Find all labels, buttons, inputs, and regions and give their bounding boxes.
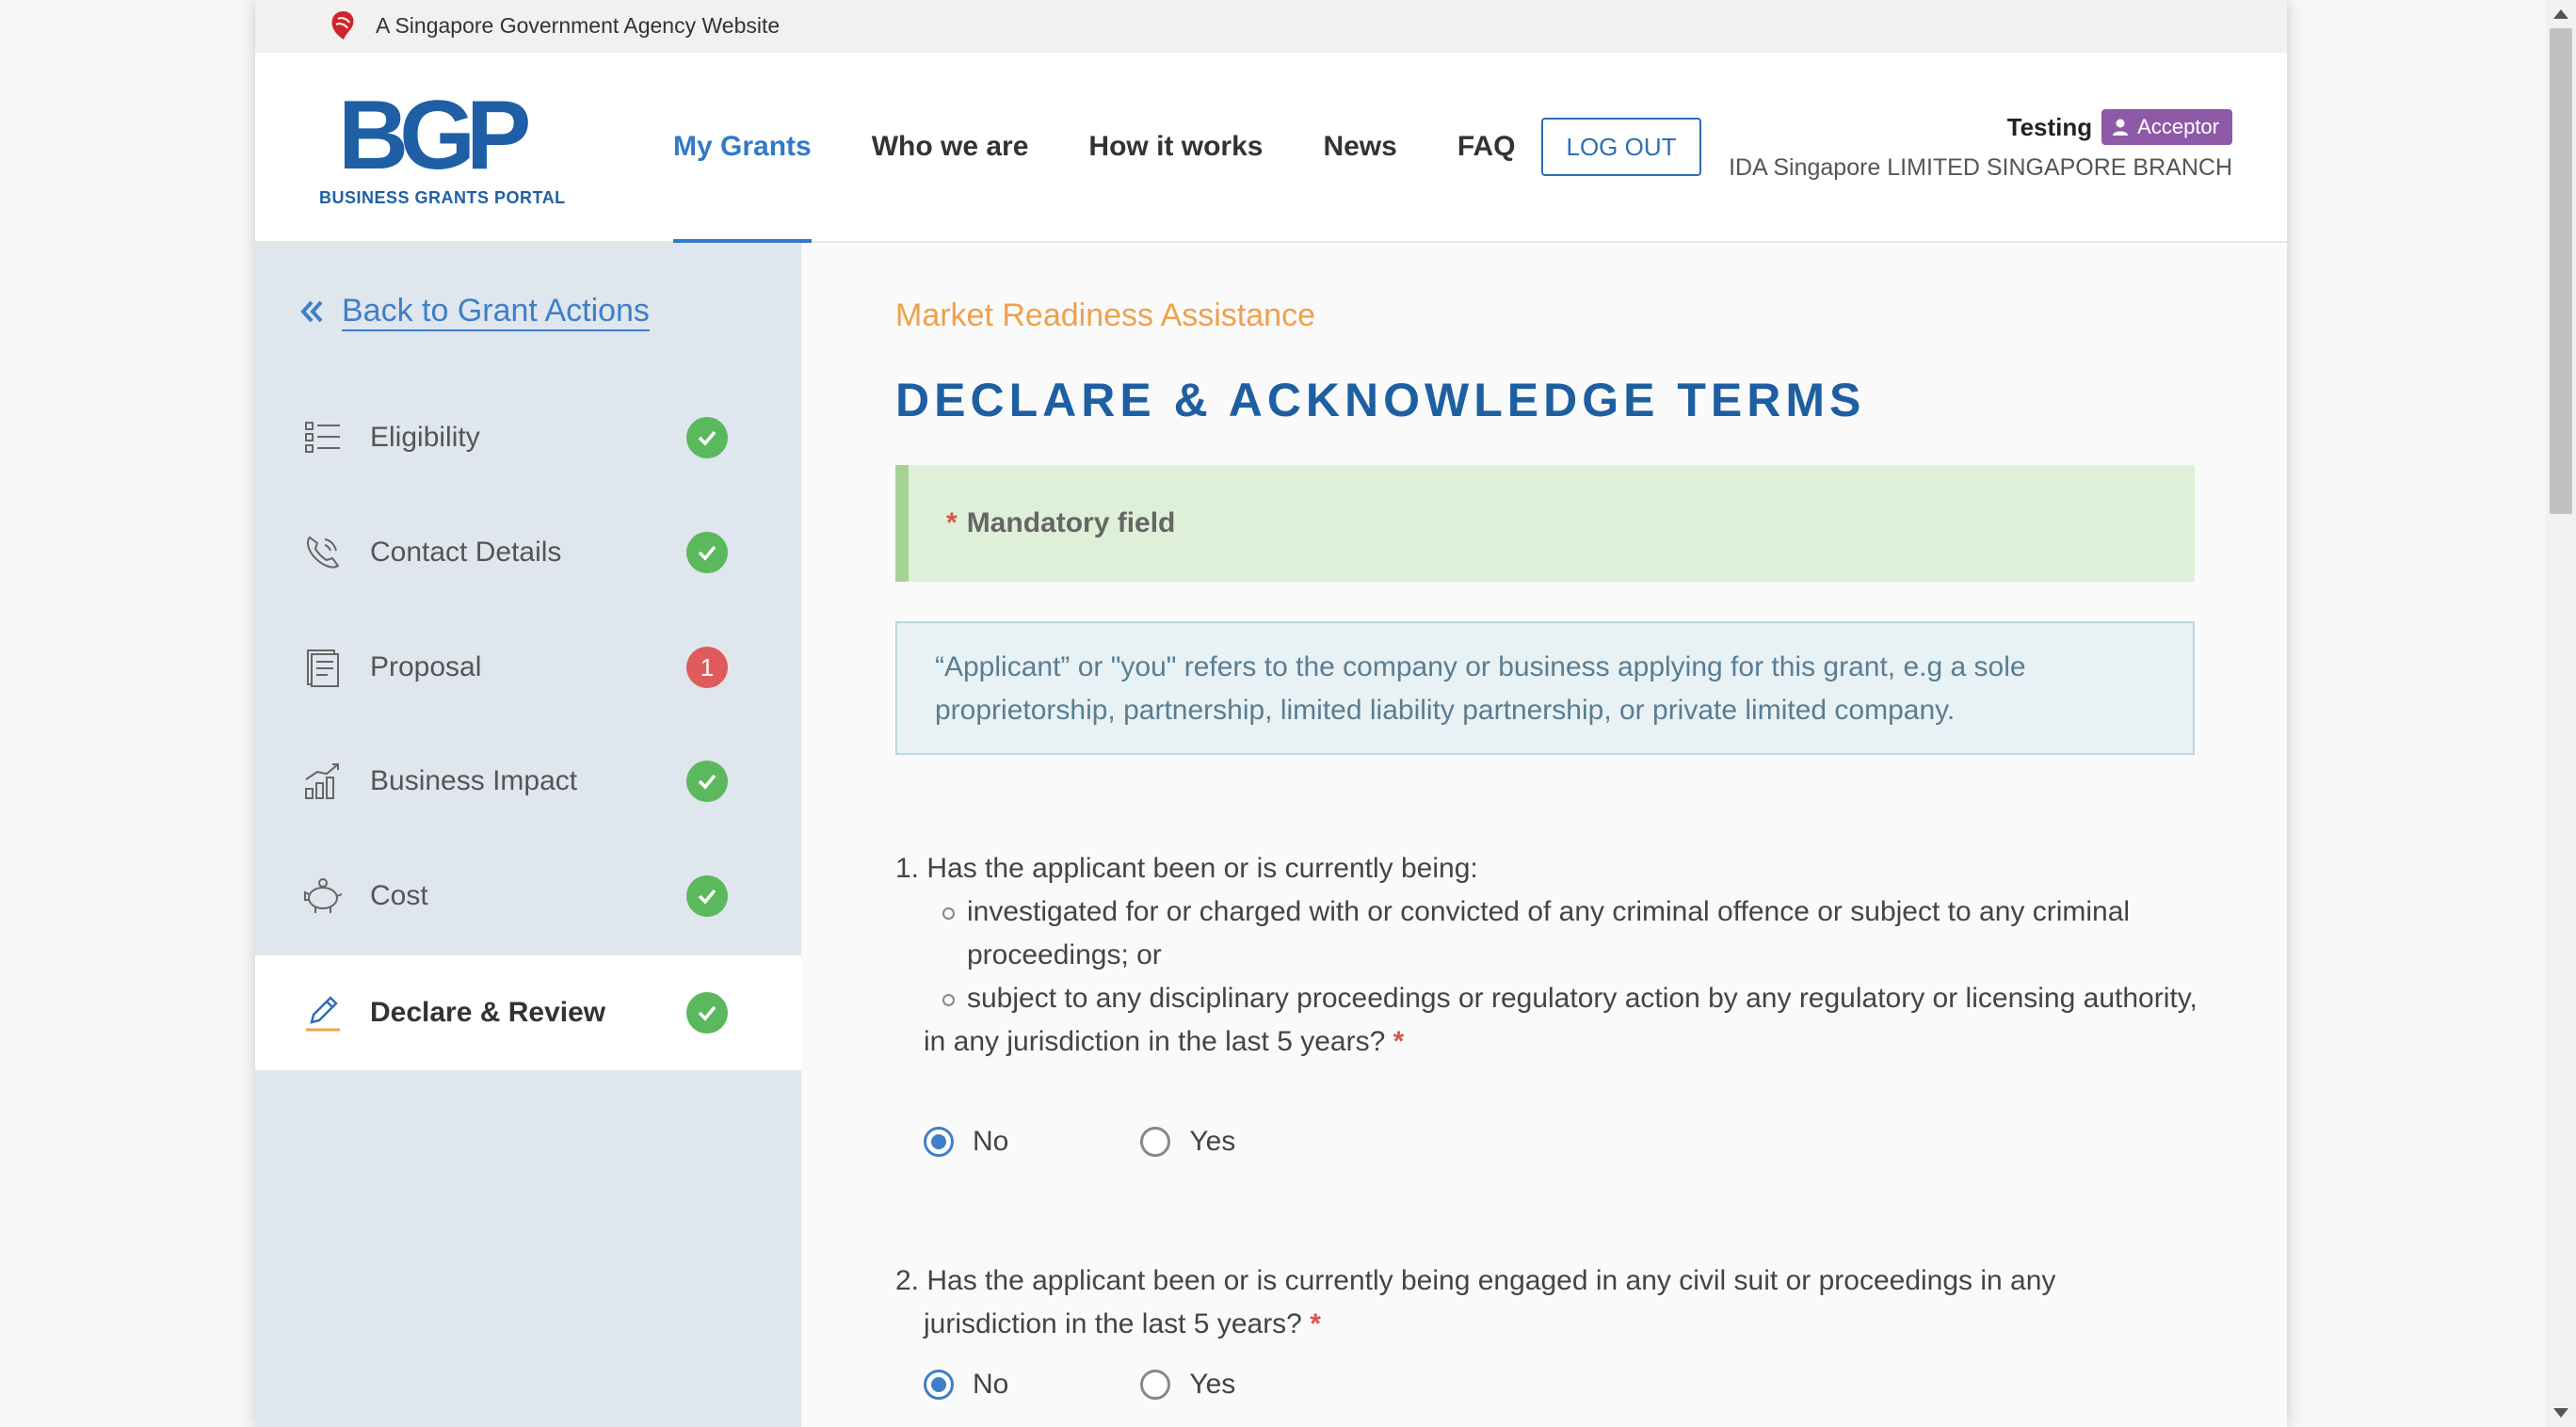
radio-circle bbox=[1140, 1370, 1171, 1400]
question-bullets: investigated for or charged with or conv… bbox=[895, 890, 2204, 1020]
sidebar-item-proposal[interactable]: Proposal 1 bbox=[255, 610, 801, 725]
bgp-logo[interactable]: BGP BUSINESS GRANTS PORTAL bbox=[319, 81, 573, 220]
question-number: 1. bbox=[895, 853, 920, 884]
q1-radio-yes[interactable]: Yes bbox=[1140, 1126, 1235, 1158]
radio-circle bbox=[1140, 1127, 1171, 1157]
scroll-down-arrow-icon[interactable] bbox=[2553, 1408, 2568, 1418]
sidebar-item-label: Contact Details bbox=[370, 537, 562, 568]
mandatory-label: Mandatory field bbox=[966, 507, 1176, 538]
question-1-options: No Yes bbox=[924, 1126, 1367, 1158]
document-icon bbox=[307, 649, 339, 687]
q1-radio-no[interactable]: No bbox=[924, 1126, 1008, 1158]
site-header: BGP BUSINESS GRANTS PORTAL My Grants Who… bbox=[255, 53, 2287, 243]
question-tail: jurisdiction in the last 5 years? bbox=[924, 1308, 1302, 1339]
phone-icon bbox=[307, 536, 340, 569]
required-asterisk: * bbox=[1310, 1308, 1321, 1339]
q2-radio-yes[interactable]: Yes bbox=[1140, 1369, 1235, 1401]
applicant-definition-info: “Applicant” or "you" refers to the compa… bbox=[895, 621, 2195, 755]
check-icon bbox=[686, 992, 728, 1034]
required-asterisk: * bbox=[1393, 1026, 1405, 1057]
nav-who-we-are[interactable]: Who we are bbox=[872, 53, 1029, 241]
q2-radio-no[interactable]: No bbox=[924, 1369, 1008, 1401]
main-content: Market Readiness Assistance DECLARE & AC… bbox=[801, 243, 2287, 1427]
sidebar-item-label: Cost bbox=[370, 880, 428, 911]
check-icon bbox=[686, 532, 728, 573]
grant-name: Market Readiness Assistance bbox=[895, 297, 1315, 333]
sidebar-item-contact-details[interactable]: Contact Details bbox=[255, 495, 801, 610]
question-2-options: No Yes bbox=[924, 1369, 1367, 1401]
user-info: Testing Acceptor IDA Singapore LIMITED S… bbox=[1729, 109, 2232, 182]
sidebar-item-cost[interactable]: Cost bbox=[255, 839, 801, 954]
radio-label: No bbox=[973, 1369, 1009, 1400]
radio-circle bbox=[924, 1127, 954, 1157]
nav-news[interactable]: News bbox=[1323, 53, 1396, 241]
question-number: 2. bbox=[895, 1265, 920, 1296]
sidebar-item-declare-review[interactable]: Declare & Review bbox=[255, 955, 801, 1070]
sidebar-item-label: Business Impact bbox=[370, 765, 578, 796]
check-icon bbox=[686, 875, 728, 917]
logo-mark: BGP bbox=[338, 81, 531, 190]
scroll-up-arrow-icon[interactable] bbox=[2553, 9, 2568, 19]
logo-subtitle: BUSINESS GRANTS PORTAL bbox=[319, 188, 566, 207]
sidebar-item-label: Eligibility bbox=[370, 422, 480, 453]
role-badge: Acceptor bbox=[2101, 109, 2232, 145]
user-icon bbox=[2113, 119, 2129, 136]
list-icon bbox=[305, 422, 340, 453]
masthead-text: A Singapore Government Agency Website bbox=[376, 13, 781, 38]
list-item: subject to any disciplinary proceedings … bbox=[942, 977, 2204, 1020]
double-chevron-left-icon bbox=[300, 300, 323, 323]
page-scrollbar[interactable] bbox=[2546, 0, 2576, 1427]
error-count-badge: 1 bbox=[686, 647, 728, 688]
question-text: Has the applicant been or is currently b… bbox=[926, 1265, 2056, 1296]
scroll-thumb[interactable] bbox=[2550, 28, 2572, 514]
singapore-lion-icon bbox=[331, 11, 354, 40]
chart-icon bbox=[305, 763, 339, 799]
required-asterisk: * bbox=[946, 507, 958, 538]
nav-my-grants[interactable]: My Grants bbox=[673, 53, 812, 243]
radio-label: No bbox=[973, 1126, 1009, 1157]
back-label: Back to Grant Actions bbox=[342, 292, 650, 331]
page-title: DECLARE & ACKNOWLEDGE TERMS bbox=[895, 374, 1866, 426]
main-nav: My Grants Who we are How it works News F… bbox=[673, 53, 1576, 243]
question-2: 2. Has the applicant been or is currentl… bbox=[895, 1259, 2204, 1346]
sidebar-item-eligibility[interactable]: Eligibility bbox=[255, 380, 801, 495]
sidebar: Back to Grant Actions Eligibility Contac… bbox=[255, 243, 801, 1427]
check-icon bbox=[686, 761, 728, 802]
gov-masthead: A Singapore Government Agency Website bbox=[255, 0, 2287, 53]
company-name: IDA Singapore LIMITED SINGAPORE BRANCH bbox=[1729, 154, 2232, 181]
list-item: investigated for or charged with or conv… bbox=[942, 890, 2204, 977]
piggy-bank-icon bbox=[304, 878, 343, 913]
mandatory-field-notice: * Mandatory field bbox=[895, 465, 2195, 582]
logout-button[interactable]: LOG OUT bbox=[1541, 118, 1701, 176]
pen-icon bbox=[306, 996, 340, 1032]
back-to-grant-actions-link[interactable]: Back to Grant Actions bbox=[297, 292, 650, 331]
check-icon bbox=[686, 417, 728, 458]
radio-circle bbox=[924, 1370, 954, 1400]
radio-label: Yes bbox=[1189, 1126, 1236, 1157]
sidebar-item-business-impact[interactable]: Business Impact bbox=[255, 724, 801, 839]
page: A Singapore Government Agency Website BG… bbox=[255, 0, 2287, 1427]
question-text: Has the applicant been or is currently b… bbox=[926, 853, 1478, 884]
nav-how-it-works[interactable]: How it works bbox=[1088, 53, 1263, 241]
sidebar-item-label: Proposal bbox=[370, 651, 482, 682]
question-tail: in any jurisdiction in the last 5 years? bbox=[924, 1026, 1386, 1057]
question-1: 1. Has the applicant been or is currentl… bbox=[895, 847, 2204, 1064]
role-label: Acceptor bbox=[2137, 115, 2219, 138]
sidebar-item-label: Declare & Review bbox=[370, 997, 606, 1028]
radio-label: Yes bbox=[1189, 1369, 1236, 1400]
user-name: Testing bbox=[2006, 112, 2093, 141]
nav-faq[interactable]: FAQ bbox=[1457, 53, 1516, 241]
